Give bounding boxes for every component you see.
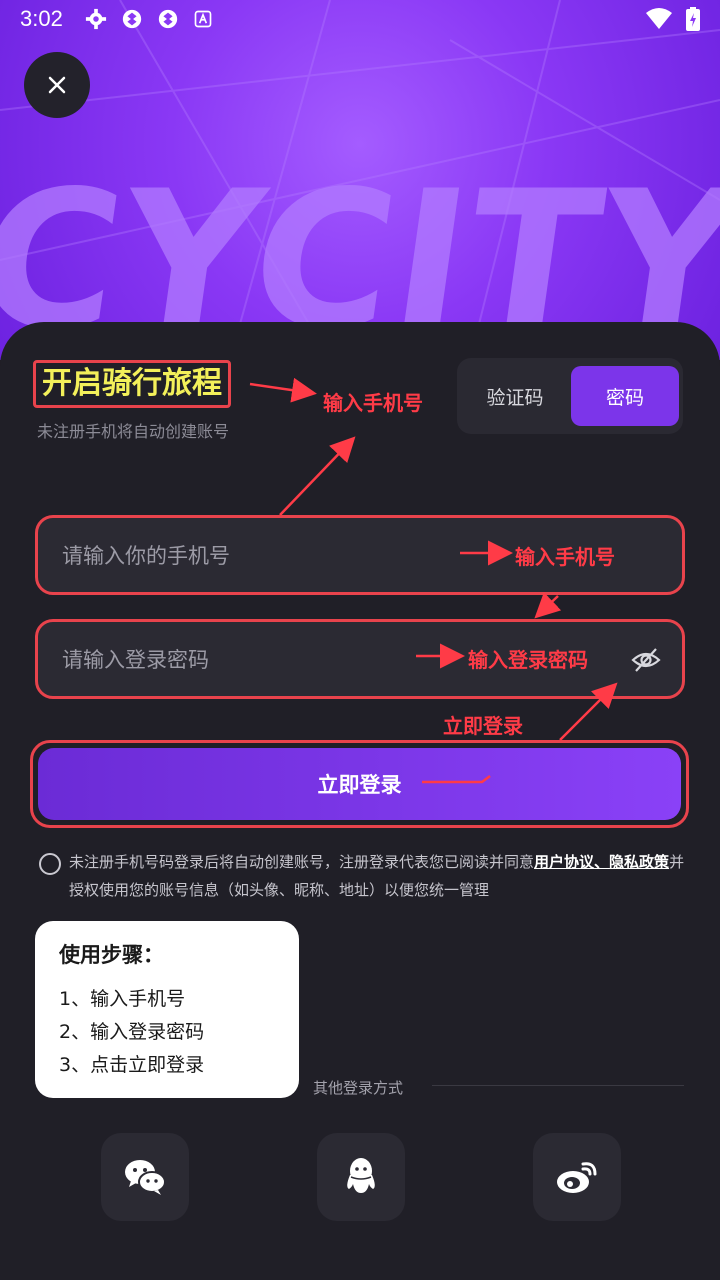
close-button[interactable] bbox=[24, 52, 90, 118]
login-mode-tabs: 验证码 密码 bbox=[457, 358, 683, 434]
step-item: 1、输入手机号 bbox=[59, 988, 186, 1010]
login-button[interactable]: 立即登录 bbox=[38, 748, 681, 820]
agreement-checkbox[interactable] bbox=[39, 853, 61, 875]
weibo-login-button[interactable] bbox=[533, 1133, 621, 1221]
sync-icon bbox=[122, 9, 141, 29]
user-agreement-link[interactable]: 用户协议 bbox=[534, 853, 594, 871]
close-icon bbox=[48, 76, 66, 94]
weibo-icon bbox=[557, 1162, 597, 1193]
eye-off-icon[interactable] bbox=[630, 644, 662, 676]
notification-icon bbox=[194, 10, 212, 28]
sync-icon-2 bbox=[158, 9, 177, 29]
page-title: 开启骑行旅程 bbox=[33, 360, 231, 408]
qq-icon bbox=[347, 1158, 375, 1193]
status-bar: 3:02 bbox=[0, 0, 720, 38]
agreement-text: 未注册手机号码登录后将自动创建账号，注册登录代表您已阅读并同意用户协议、隐私政策… bbox=[69, 848, 689, 904]
annotation-phone: 输入手机号 bbox=[515, 545, 615, 569]
page-subtitle: 未注册手机将自动创建账号 bbox=[37, 422, 230, 441]
privacy-policy-link[interactable]: 隐私政策 bbox=[609, 853, 669, 871]
agreement-text-before: 未注册手机号码登录后将自动创建账号，注册登录代表您已阅读并同意 bbox=[69, 853, 535, 871]
password-placeholder: 请输入登录密码 bbox=[62, 648, 209, 672]
wifi-icon bbox=[646, 8, 672, 29]
annotation-password: 输入登录密码 bbox=[468, 648, 588, 672]
wechat-icon bbox=[125, 1160, 166, 1195]
battery-icon bbox=[686, 7, 700, 31]
step-item: 2、输入登录密码 bbox=[59, 1021, 205, 1043]
qq-login-button[interactable] bbox=[317, 1133, 405, 1221]
phone-placeholder: 请输入你的手机号 bbox=[62, 544, 230, 568]
steps-heading: 使用步骤： bbox=[59, 943, 164, 967]
status-time: 3:02 bbox=[20, 6, 63, 31]
step-item: 3、点击立即登录 bbox=[59, 1054, 205, 1076]
annotation-login: 立即登录 bbox=[443, 714, 523, 738]
login-button-highlight: 立即登录 bbox=[30, 740, 689, 828]
tab-verification-code[interactable]: 验证码 bbox=[461, 366, 569, 426]
wechat-login-button[interactable] bbox=[101, 1133, 189, 1221]
agreement-separator: 、 bbox=[594, 853, 610, 871]
tab-password[interactable]: 密码 bbox=[571, 366, 679, 426]
annotation-top: 输入手机号 bbox=[323, 391, 423, 415]
usage-steps-card: 使用步骤： 1、输入手机号 2、输入登录密码 3、点击立即登录 bbox=[35, 921, 299, 1098]
settings-icon bbox=[85, 8, 106, 30]
hero-banner: CYCITY bbox=[0, 0, 720, 360]
other-login-label: 其他登录方式 bbox=[313, 1079, 404, 1097]
divider bbox=[432, 1085, 684, 1086]
